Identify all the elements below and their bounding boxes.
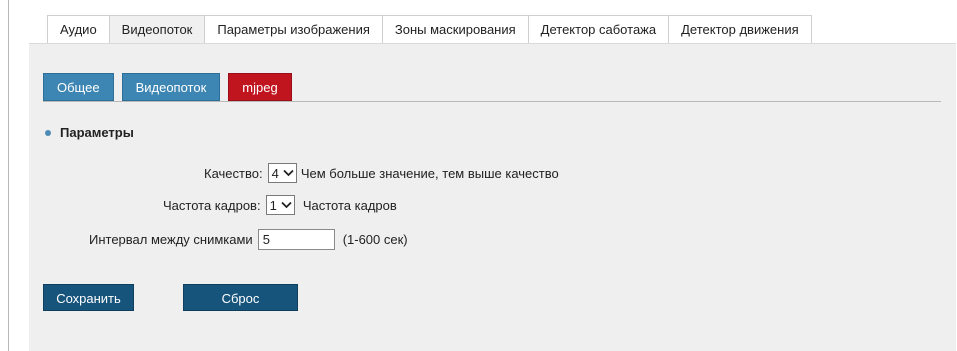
interval-input[interactable]: 5 (257, 228, 335, 250)
settings-panel: Общее Видеопоток mjpeg Параметры Качеств… (29, 43, 956, 351)
framerate-select[interactable]: 1 (265, 195, 295, 215)
subtab-general[interactable]: Общее (43, 73, 114, 101)
subtab-videostream[interactable]: Видеопоток (121, 73, 221, 101)
framerate-value: 1 (269, 197, 277, 213)
quality-row: Качество: 4 Чем больше значение, тем выш… (204, 162, 559, 184)
interval-hint: (1-600 сек) (342, 231, 408, 247)
section-header: Параметры (45, 125, 134, 140)
tab-privacy-masks[interactable]: Зоны маскирования (381, 15, 529, 43)
quality-hint: Чем больше значение, тем выше качество (300, 165, 559, 181)
chevron-down-icon (281, 201, 292, 209)
sub-tab-bar: Общее Видеопоток mjpeg (43, 73, 300, 101)
subtab-divider (43, 101, 941, 102)
interval-label: Интервал между снимками (89, 231, 253, 247)
top-tab-bar: Аудио Видеопоток Параметры изображения З… (47, 15, 812, 43)
framerate-label: Частота кадров: (163, 197, 261, 213)
quality-value: 4 (271, 165, 279, 181)
tab-audio[interactable]: Аудио (47, 15, 110, 43)
save-button[interactable]: Сохранить (43, 284, 134, 311)
tab-motion-detector[interactable]: Детектор движения (668, 15, 812, 43)
tab-tamper-detector[interactable]: Детектор саботажа (527, 15, 670, 43)
reset-button[interactable]: Сброс (183, 284, 298, 311)
framerate-hint: Частота кадров (302, 197, 397, 213)
quality-label: Качество: (204, 165, 263, 181)
interval-row: Интервал между снимками 5 (1-600 сек) (89, 228, 408, 250)
chevron-down-icon (283, 169, 294, 177)
framerate-row: Частота кадров: 1 Частота кадров (163, 194, 397, 216)
bullet-icon (45, 129, 51, 136)
section-title: Параметры (60, 125, 134, 140)
subtab-mjpeg[interactable]: mjpeg (228, 73, 292, 101)
tab-videostream[interactable]: Видеопоток (108, 15, 206, 43)
quality-select[interactable]: 4 (267, 163, 297, 183)
tab-image-settings[interactable]: Параметры изображения (204, 15, 383, 43)
